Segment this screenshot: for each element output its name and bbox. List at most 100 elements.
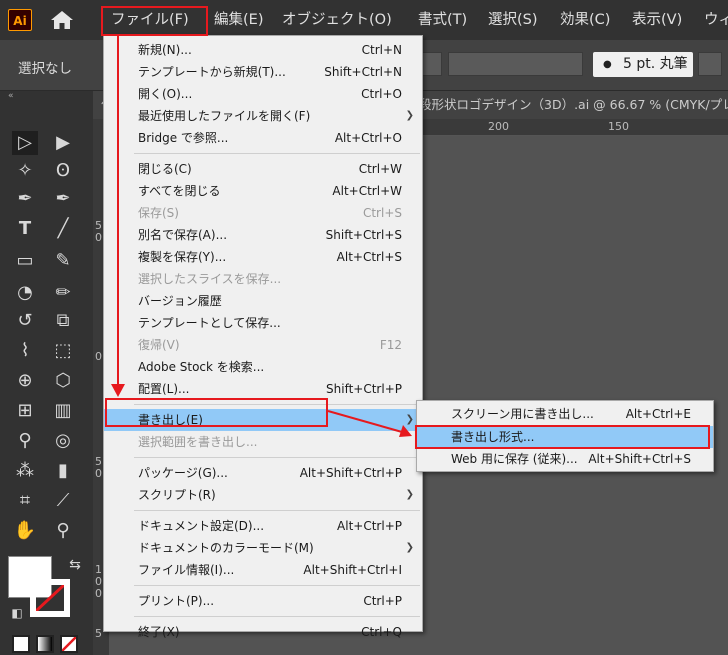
export-submenu-item[interactable]: Web 用に保存 (従来)... Alt+Shift+Ctrl+S <box>417 448 713 470</box>
menu-item-shortcut: Alt+Shift+Ctrl+I <box>303 563 402 577</box>
zoom-tool-icon[interactable]: ⚲ <box>50 519 76 543</box>
menu-item-shortcut: Alt+Ctrl+P <box>337 519 402 533</box>
column-graph-tool-icon[interactable]: ▮ <box>50 459 76 483</box>
none-mode-button[interactable] <box>60 635 78 653</box>
file-menu-item[interactable]: 複製を保存(Y)... Alt+Ctrl+S <box>104 246 422 268</box>
stroke-dropdown[interactable] <box>420 52 442 76</box>
menu-item-shortcut: Alt+Ctrl+O <box>334 131 402 145</box>
file-menu-item: 選択したスライスを保存... <box>104 268 422 290</box>
none-slash-icon <box>36 585 64 611</box>
ruler-mark: 200 <box>488 120 509 133</box>
file-menu-item[interactable]: パッケージ(G)... Alt+Shift+Ctrl+P <box>104 462 422 484</box>
menu-item-shortcut: Alt+Ctrl+E <box>625 407 691 421</box>
file-menu-item[interactable]: スクリプト(R) ❯ <box>104 484 422 506</box>
file-menu-item[interactable]: ファイル情報(I)... Alt+Shift+Ctrl+I <box>104 559 422 581</box>
menubar-item[interactable]: 編集(E) <box>214 0 263 40</box>
file-menu-item[interactable]: 配置(L)... Shift+Ctrl+P <box>104 378 422 400</box>
menubar-item[interactable]: 選択(S) <box>488 0 538 40</box>
brush-definition-dropdown[interactable]: ● 5 pt. 丸筆 <box>593 52 693 77</box>
menu-item-shortcut: Shift+Ctrl+P <box>326 382 402 396</box>
brush-dropdown-arrow[interactable] <box>698 52 722 76</box>
shape-builder-tool-icon[interactable]: ⊕ <box>12 369 38 393</box>
menu-separator <box>134 404 420 405</box>
paintbrush-tool-icon[interactable]: ✎ <box>50 249 76 273</box>
menu-separator <box>134 510 420 511</box>
menu-item-label: Web 用に保存 (従来)... <box>451 452 578 466</box>
stroke-swatch[interactable] <box>30 579 70 617</box>
gradient-mode-button[interactable] <box>36 635 54 653</box>
panel-collapse-icon[interactable]: « <box>8 91 14 101</box>
brush-dot-icon: ● <box>603 59 612 70</box>
vruler-mark: 0 <box>95 350 102 363</box>
type-tool-icon[interactable]: T <box>12 217 38 241</box>
artboard-tool-icon[interactable]: ⌗ <box>12 489 38 513</box>
menu-item-label: Bridge で参照... <box>138 131 229 145</box>
variable-width-dropdown[interactable] <box>448 52 583 76</box>
gradient-tool-icon[interactable]: ▥ <box>50 399 76 423</box>
file-menu-item[interactable]: ドキュメント設定(D)... Alt+Ctrl+P <box>104 515 422 537</box>
file-menu-item[interactable]: 書き出し(E) ❯ <box>104 409 422 431</box>
lasso-tool-icon[interactable]: ʘ <box>50 159 76 183</box>
file-menu-item[interactable]: 別名で保存(A)... Shift+Ctrl+S <box>104 224 422 246</box>
file-menu-item[interactable]: テンプレートから新規(T)... Shift+Ctrl+N <box>104 61 422 83</box>
mesh-tool-icon[interactable]: ⊞ <box>12 399 38 423</box>
menu-item-shortcut: Alt+Shift+Ctrl+P <box>299 466 402 480</box>
free-transform-tool-icon[interactable]: ⬚ <box>50 339 76 363</box>
export-submenu-item[interactable]: スクリーン用に書き出し... Alt+Ctrl+E <box>417 403 713 425</box>
default-fill-stroke-icon[interactable]: ◧ <box>4 601 30 625</box>
menu-item-label: 選択範囲を書き出し... <box>138 435 258 449</box>
home-icon[interactable] <box>50 10 74 30</box>
eyedropper-tool-icon[interactable]: ⚲ <box>12 429 38 453</box>
menubar-item[interactable]: ウィ <box>704 0 728 40</box>
file-menu-item[interactable]: 開く(O)... Ctrl+O <box>104 83 422 105</box>
line-tool-icon[interactable]: ╱ <box>50 217 76 241</box>
menubar-item[interactable]: 書式(T) <box>418 0 467 40</box>
menubar-item[interactable]: 効果(C) <box>560 0 610 40</box>
shaper-tool-icon[interactable]: ◔ <box>12 281 38 305</box>
curvature-tool-icon[interactable]: ✒ <box>50 187 76 211</box>
file-menu-item[interactable]: プリント(P)... Ctrl+P <box>104 590 422 612</box>
pen-tool-icon[interactable]: ✒ <box>12 187 38 211</box>
file-menu-item[interactable]: バージョン履歴 <box>104 290 422 312</box>
tools-panel: « ▷ ▶ ✧ ʘ ✒ ✒ T ╱ ▭ ✎ ◔ ✏ ↺ ⧉ ⌇ ⬚ ⊕ ⬡ ⊞ … <box>0 91 93 655</box>
menu-item-label: 新規(N)... <box>138 43 192 57</box>
selection-status: 選択なし <box>18 61 72 77</box>
menu-item-label: 開く(O)... <box>138 87 193 101</box>
file-menu-item[interactable]: Adobe Stock を検索... <box>104 356 422 378</box>
file-menu-item[interactable]: 最近使用したファイルを開く(F) ❯ <box>104 105 422 127</box>
color-mode-button[interactable] <box>12 635 30 653</box>
menubar-item[interactable]: ファイル(F) <box>111 0 189 40</box>
file-menu: 新規(N)... Ctrl+N テンプレートから新規(T)... Shift+Ctrl… <box>103 35 423 639</box>
hand-tool-icon[interactable]: ✋ <box>12 519 38 543</box>
selection-tool-icon[interactable]: ▷ <box>12 131 38 155</box>
file-menu-item: 復帰(V) F12 <box>104 334 422 356</box>
magic-wand-tool-icon[interactable]: ✧ <box>12 159 38 183</box>
export-submenu-item[interactable]: 書き出し形式... <box>417 425 713 448</box>
slice-tool-icon[interactable]: ⟋ <box>50 489 76 513</box>
file-menu-item[interactable]: 新規(N)... Ctrl+N <box>104 39 422 61</box>
file-menu-item[interactable]: テンプレートとして保存... <box>104 312 422 334</box>
file-menu-item[interactable]: 閉じる(C) Ctrl+W <box>104 158 422 180</box>
blend-tool-icon[interactable]: ◎ <box>50 429 76 453</box>
file-menu-item[interactable]: Bridge で参照... Alt+Ctrl+O <box>104 127 422 149</box>
swap-fill-stroke-icon[interactable]: ⇆ <box>62 553 88 577</box>
file-menu-item[interactable]: ドキュメントのカラーモード(M) ❯ <box>104 537 422 559</box>
menu-item-label: 配置(L)... <box>138 382 190 396</box>
menubar-item[interactable]: 表示(V) <box>632 0 682 40</box>
menu-item-shortcut: Shift+Ctrl+N <box>324 65 402 79</box>
menu-item-label: 書き出し形式... <box>451 429 535 444</box>
vruler-mark: 0 <box>95 587 102 600</box>
menu-item-shortcut: Ctrl+O <box>361 87 402 101</box>
direct-selection-tool-icon[interactable]: ▶ <box>50 131 76 155</box>
menubar-item[interactable]: オブジェクト(O) <box>282 0 392 40</box>
rectangle-tool-icon[interactable]: ▭ <box>12 249 38 273</box>
scale-tool-icon[interactable]: ⧉ <box>50 309 76 333</box>
file-menu-item[interactable]: すべてを閉じる Alt+Ctrl+W <box>104 180 422 202</box>
file-menu-item[interactable]: 終了(X) Ctrl+Q <box>104 621 422 643</box>
width-tool-icon[interactable]: ⌇ <box>12 339 38 363</box>
menu-item-label: 別名で保存(A)... <box>138 228 228 242</box>
symbol-sprayer-tool-icon[interactable]: ⁂ <box>12 459 38 483</box>
rotate-tool-icon[interactable]: ↺ <box>12 309 38 333</box>
pencil-tool-icon[interactable]: ✏ <box>50 281 76 305</box>
perspective-grid-tool-icon[interactable]: ⬡ <box>50 369 76 393</box>
